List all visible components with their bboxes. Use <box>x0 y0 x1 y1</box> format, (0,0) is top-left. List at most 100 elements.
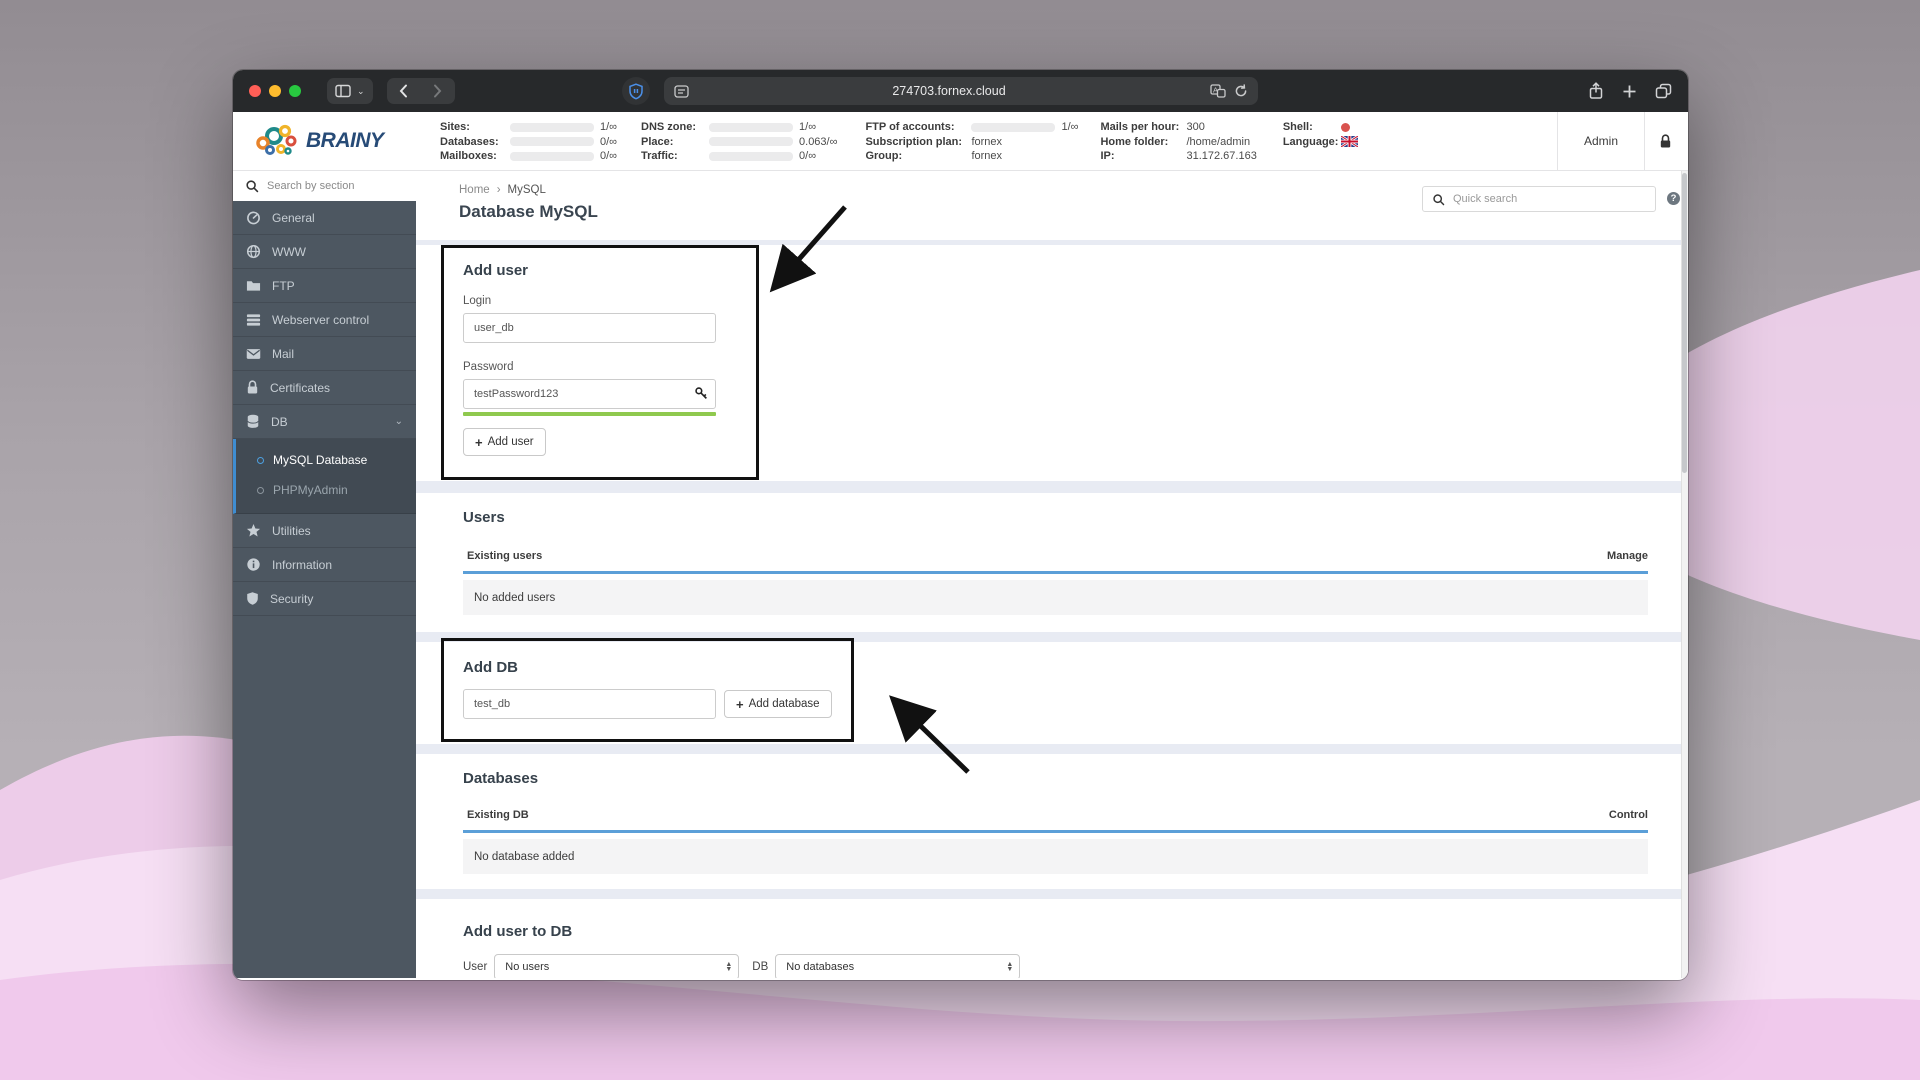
db-name-input[interactable] <box>463 689 716 719</box>
generate-password-key-icon[interactable] <box>694 386 709 406</box>
usage-bar <box>709 137 794 147</box>
url-text[interactable]: 274703.fornex.cloud <box>689 84 1210 98</box>
db-select[interactable]: No databases ▲ ▼ <box>775 954 1021 978</box>
sidebar-search[interactable] <box>233 171 416 201</box>
user-select[interactable]: No users ▲ ▼ <box>494 954 740 978</box>
users-table-header: Existing users Manage <box>463 550 1648 574</box>
stat-label: FTP of accounts: <box>865 121 955 133</box>
sidebar-item-security[interactable]: Security <box>233 582 416 616</box>
add-db-title: Add DB <box>463 659 518 676</box>
sidebar-item-label: Utilities <box>272 523 311 538</box>
sidebar-item-mail[interactable]: Mail <box>233 337 416 371</box>
forward-button[interactable] <box>421 78 455 104</box>
vertical-scrollbar[interactable] <box>1681 171 1688 978</box>
sidebar-item-information[interactable]: Information <box>233 548 416 582</box>
logout-lock-button[interactable] <box>1645 133 1688 149</box>
sidebar-item-mysql-database[interactable]: MySQL Database <box>236 445 416 475</box>
brand-logo[interactable]: BRAINY <box>233 112 416 170</box>
shield-icon <box>628 82 643 100</box>
browser-window: ⌄ 274703.fornex.cloud A BRAINY Sites: 1/… <box>233 70 1688 980</box>
sidebar-item-certificates[interactable]: Certificates <box>233 371 416 405</box>
sidebar-item-label: FTP <box>272 278 295 293</box>
stat-label: DNS zone: <box>641 121 697 133</box>
search-icon <box>1433 193 1445 205</box>
sidebar-item-general[interactable]: General <box>233 201 416 235</box>
reader-view-icon[interactable] <box>673 84 689 98</box>
info-icon <box>247 558 260 571</box>
translate-icon[interactable]: A <box>1209 84 1226 98</box>
main-content: Home › MySQL Database MySQL ? Add user L… <box>416 171 1688 978</box>
shield-extension-button[interactable] <box>621 77 650 105</box>
add-database-button[interactable]: + Add database <box>724 690 832 718</box>
login-input[interactable] <box>463 313 716 343</box>
sidebar-item-label: Security <box>270 591 314 606</box>
admin-user-button[interactable]: Admin <box>1558 134 1644 148</box>
stat-value: 1/∞ <box>1061 121 1079 133</box>
sidebar-item-db[interactable]: DB ⌄ <box>233 405 416 439</box>
add-user-to-db-section: Add user to DB User No users ▲ ▼ DB No da… <box>416 899 1688 978</box>
quick-search[interactable] <box>1422 186 1656 212</box>
users-title: Users <box>463 509 505 526</box>
section-divider <box>416 889 1688 899</box>
databases-col-control: Control <box>1608 809 1648 821</box>
sidebar-item-ftp[interactable]: FTP <box>233 269 416 303</box>
sidebar-filler <box>233 616 416 978</box>
tab-overview-icon[interactable] <box>1655 83 1672 99</box>
stat-value: 1/∞ <box>799 121 817 133</box>
breadcrumb-home[interactable]: Home <box>459 184 490 196</box>
shell-status-dot <box>1340 122 1350 132</box>
chevron-down-icon: ⌄ <box>357 85 365 96</box>
section-divider <box>416 744 1688 754</box>
close-window-button[interactable] <box>249 85 261 97</box>
back-button[interactable] <box>387 78 421 104</box>
folder-icon <box>246 281 261 291</box>
scrollbar-thumb[interactable] <box>1682 173 1687 473</box>
stat-label: Traffic: <box>641 150 678 162</box>
quick-search-input[interactable] <box>1453 193 1613 205</box>
section-divider <box>416 632 1688 642</box>
minimize-window-button[interactable] <box>269 85 281 97</box>
sidebar-item-webserver-control[interactable]: Webserver control <box>233 303 416 337</box>
sidebar-item-www[interactable]: WWW <box>233 235 416 269</box>
sidebar-search-input[interactable] <box>267 180 387 192</box>
reload-icon[interactable] <box>1234 84 1248 98</box>
sidebar-item-label: DB <box>271 414 288 429</box>
stat-label: Databases: <box>440 135 499 148</box>
sidebar-item-phpmyadmin[interactable]: PHPMyAdmin <box>236 475 416 505</box>
stat-value: 0/∞ <box>600 150 618 162</box>
globe-icon <box>246 244 261 259</box>
add-db-section: Add DB + Add database <box>416 642 1688 744</box>
db-submenu: MySQL Database PHPMyAdmin <box>233 439 416 514</box>
stat-value: 300 <box>1186 121 1205 133</box>
help-icon[interactable]: ? <box>1667 192 1680 205</box>
shield-icon <box>247 592 258 605</box>
sidebar-item-utilities[interactable]: Utilities <box>233 514 416 548</box>
add-user-to-db-title: Add user to DB <box>463 923 573 940</box>
titlebar-right-actions <box>1588 82 1672 100</box>
add-user-button[interactable]: + Add user <box>463 428 546 456</box>
stat-label: Place: <box>641 135 674 148</box>
stat-label: IP: <box>1100 150 1115 162</box>
address-bar[interactable]: 274703.fornex.cloud A <box>621 77 1258 105</box>
login-label: Login <box>463 295 492 307</box>
stat-value: 31.172.67.163 <box>1186 150 1257 162</box>
account-stats: Sites: 1/∞ Databases: 0/∞ Mailboxes: 0/∞ DN… <box>416 112 1539 170</box>
sidebar-icon <box>335 84 351 98</box>
browser-titlebar: ⌄ 274703.fornex.cloud A <box>233 70 1688 112</box>
databases-col-existing: Existing DB <box>467 809 529 821</box>
sidebar-toggle-button[interactable]: ⌄ <box>327 78 373 104</box>
users-section: Users Existing users Manage No added use… <box>416 493 1688 632</box>
databases-empty-row: No database added <box>463 839 1648 874</box>
stat-value: fornex <box>971 135 1003 148</box>
usage-bar <box>510 151 594 161</box>
share-icon[interactable] <box>1588 82 1604 100</box>
stat-label: Sites: <box>440 121 470 133</box>
password-input[interactable] <box>463 379 716 409</box>
new-tab-icon[interactable] <box>1622 84 1637 99</box>
uk-flag-icon[interactable] <box>1340 136 1358 148</box>
zoom-window-button[interactable] <box>289 85 301 97</box>
users-col-existing: Existing users <box>467 550 543 562</box>
databases-title: Databases <box>463 770 539 787</box>
usage-bar <box>510 122 594 132</box>
select-stepper-icon: ▲ ▼ <box>1006 961 1014 973</box>
